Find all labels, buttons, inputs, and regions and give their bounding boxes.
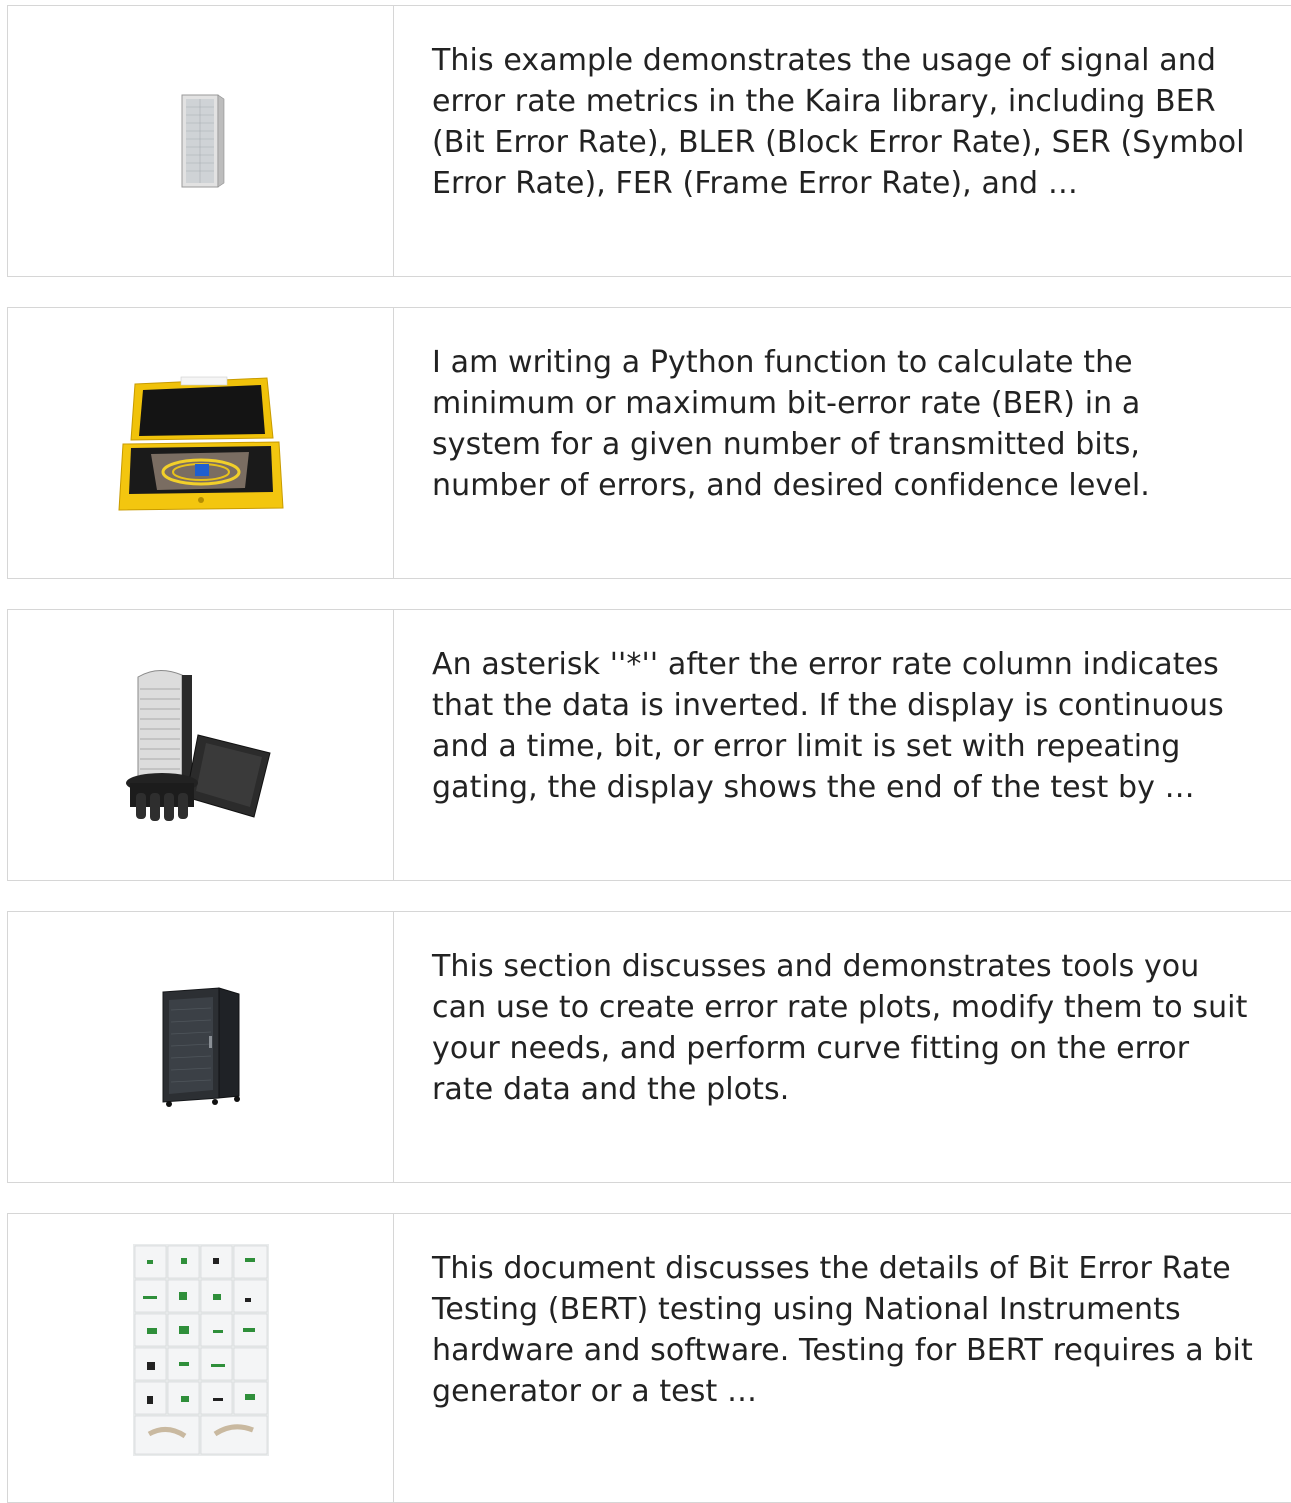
- result-card[interactable]: This example demonstrates the usage of s…: [7, 5, 1291, 277]
- fiber-connector-catalog-image: [132, 1244, 269, 1456]
- result-description[interactable]: This example demonstrates the usage of s…: [432, 40, 1257, 204]
- result-thumbnail[interactable]: [8, 912, 394, 1182]
- result-card[interactable]: This section discusses and demonstrates …: [7, 911, 1291, 1183]
- network-cabinet-image: [162, 987, 240, 1107]
- fiber-splice-closure-image: [125, 670, 271, 821]
- result-description[interactable]: I am writing a Python function to calcul…: [432, 342, 1257, 506]
- result-description[interactable]: This section discusses and demonstrates …: [432, 946, 1257, 1110]
- result-description[interactable]: An asterisk ''*'' after the error rate c…: [432, 644, 1257, 808]
- result-thumbnail[interactable]: [8, 610, 394, 880]
- result-description[interactable]: This document discusses the details of B…: [432, 1248, 1257, 1412]
- result-card[interactable]: I am writing a Python function to calcul…: [7, 307, 1291, 579]
- server-rack-cabinet-image: [181, 94, 224, 188]
- result-card[interactable]: An asterisk ''*'' after the error rate c…: [7, 609, 1291, 881]
- result-thumbnail[interactable]: [8, 6, 394, 276]
- result-thumbnail[interactable]: [8, 1214, 394, 1502]
- result-card[interactable]: This document discusses the details of B…: [7, 1213, 1291, 1503]
- yellow-fiber-test-case-image: [117, 376, 284, 511]
- result-thumbnail[interactable]: [8, 308, 394, 578]
